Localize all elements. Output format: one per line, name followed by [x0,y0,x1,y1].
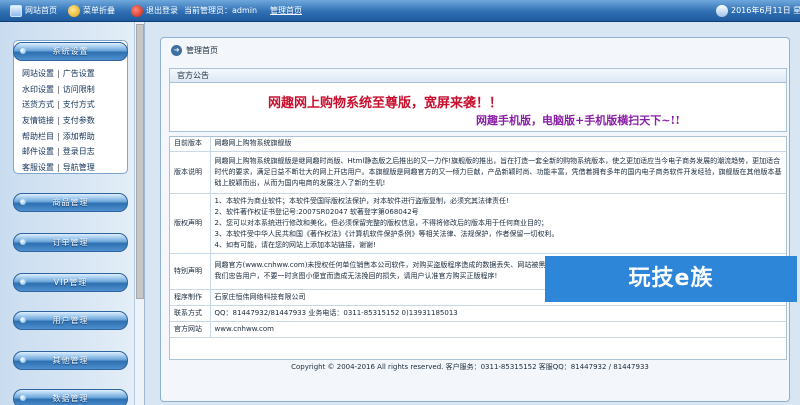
breadcrumb-label: 管理首页 [186,46,218,55]
site-label: 官方网站 [170,321,210,338]
copyright-line: 4、如有可能，请在您的网站上添加本站链接，谢谢! [214,240,376,249]
sidebar-group-users[interactable]: 用户管理 [13,311,128,330]
sidebar-item[interactable]: 广告设置 [63,69,95,78]
watermark-logo: 玩技e族 [545,256,797,302]
special-label: 特别声明 [170,253,210,290]
description-label: 版本说明 [170,151,210,194]
home-icon [10,5,22,17]
user-icon [716,5,728,17]
version-value: 网趣网上购物系统旗舰版 [209,137,786,152]
sidebar-item[interactable]: 送货方式 [22,100,54,109]
copyright-line: 3、本软件受中华人民共和国《著作权法》《计算机软件保护条例》等相关法律、法规保护… [214,229,559,238]
banner-headline: 网趣网上购物系统至尊版，宽屏来袭！！ [268,96,503,111]
menu-collapse-label: 菜单折叠 [83,6,115,15]
manage-home-link[interactable]: 管理首页 [270,5,302,17]
table-row: 联系方式 QQ：81447932/81447933 业务电话：0311-8531… [170,305,786,322]
copyright-line: 2、软件著作权证书登记号:2007SR02047 软著登字第068042号 [214,207,419,216]
logout-button[interactable]: 退出登录 [131,5,178,17]
sidebar-item[interactable]: 支付参数 [63,116,95,125]
logout-label: 退出登录 [146,6,178,15]
sidebar-item[interactable]: 客服设置 [22,163,54,172]
sidebar-scrollbar[interactable] [134,22,144,405]
copyright-line: 2、您可以对本系统进行修改和美化，但必须保留完整的版权信息，不得将修改后的版本用… [214,218,548,227]
scrollbar-thumb[interactable] [136,24,144,299]
contact-label: 联系方式 [170,305,210,322]
menu-collapse-button[interactable]: 菜单折叠 [68,5,115,17]
table-row: 官方网站 www.cnhww.com [170,321,786,338]
site-value[interactable]: www.cnhww.com [209,321,786,338]
system-settings-menu: 网站设置 | 广告设置 水印设置 | 访问限制 送货方式 | 支付方式 友情链接 | 支付参数 … [22,69,95,173]
info-section: 目前版本 网趣网上购物系统旗舰版 版本说明 网趣网上购物系统旗舰版是继网趣时尚版… [169,136,787,360]
table-row: 目前版本 网趣网上购物系统旗舰版 [170,137,786,152]
current-admin: 当前管理员：admin [184,6,258,15]
sidebar-group-system[interactable]: 系统设置 [13,42,128,61]
announcement-section: 官方公告 网趣网上购物系统至尊版，宽屏来袭！！ 网趣手机版，电脑版+手机版横扫天… [169,68,787,132]
sidebar-item[interactable]: 邮件设置 [22,147,54,156]
maker-label: 程序制作 [170,289,210,306]
sidebar-group-data[interactable]: 数据管理 [13,389,128,405]
sidebar-item[interactable]: 添加帮助 [63,132,95,141]
description-value: 网趣网上购物系统旗舰版是继网趣时尚版、Html静态版之后推出的又一力作!旗舰版的… [209,151,786,194]
sidebar-item[interactable]: 水印设置 [22,85,54,94]
sidebar-item[interactable]: 导航管理 [63,163,95,172]
menu-collapse-icon [68,5,80,17]
banner-subline: 网趣手机版，电脑版+手机版横扫天下~!! [476,114,681,127]
sidebar-item[interactable]: 登录日志 [63,147,95,156]
copyright-line: 1、本软件为商业软件；本软件受国际版权法保护，对本软件进行盗版复制，必须究其法律… [214,196,509,205]
breadcrumb: ➔ 管理首页 [171,45,218,56]
arrow-right-icon: ➔ [171,45,182,56]
sidebar-group-vip[interactable]: VIP管理 [13,273,128,292]
home-label: 网站首页 [25,6,57,15]
logout-icon [131,5,143,17]
sidebar-item[interactable]: 访问限制 [63,85,95,94]
version-label: 目前版本 [170,137,210,152]
info-table: 目前版本 网趣网上购物系统旗舰版 版本说明 网趣网上购物系统旗舰版是继网趣时尚版… [170,137,786,338]
copyright-footer: Copyright © 2004-2016 All rights reserve… [291,363,649,371]
home-link[interactable]: 网站首页 [10,5,57,17]
sidebar-item[interactable]: 网站设置 [22,69,54,78]
sidebar-group-other[interactable]: 其他管理 [13,351,128,370]
sidebar: 系统设置 网站设置 | 广告设置 水印设置 | 访问限制 送货方式 | 支付方式 友情链接 |… [0,22,145,405]
sidebar-item[interactable]: 支付方式 [63,100,95,109]
main-content: ➔ 管理首页 官方公告 网趣网上购物系统至尊版，宽屏来袭！！ 网趣手机版，电脑版+… [160,37,790,402]
table-row: 版本说明 网趣网上购物系统旗舰版是继网趣时尚版、Html静态版之后推出的又一力作… [170,151,786,194]
top-toolbar: 网站首页 菜单折叠 退出登录 当前管理员：admin 管理首页 2016年6月1… [0,0,800,22]
table-row: 版权声明 1、本软件为商业软件；本软件受国际版权法保护，对本软件进行盗版复制，必… [170,193,786,254]
announcement-title: 官方公告 [170,69,786,83]
contact-value: QQ：81447932/81447933 业务电话：0311-85315152 … [209,305,786,322]
copyright-label: 版权声明 [170,193,210,254]
sidebar-group-goods[interactable]: 商品管理 [13,193,128,212]
sidebar-item[interactable]: 友情链接 [22,116,54,125]
sidebar-group-orders[interactable]: 订单管理 [13,233,128,252]
sidebar-item[interactable]: 帮助栏目 [22,132,54,141]
copyright-value: 1、本软件为商业软件；本软件受国际版权法保护，对本软件进行盗版复制，必须究其法律… [209,193,786,254]
date-text: 2016年6月11日 星 [731,6,800,15]
announcement-banner[interactable]: 网趣网上购物系统至尊版，宽屏来袭！！ 网趣手机版，电脑版+手机版横扫天下~!! [176,86,772,130]
date-display: 2016年6月11日 星 [716,5,800,17]
